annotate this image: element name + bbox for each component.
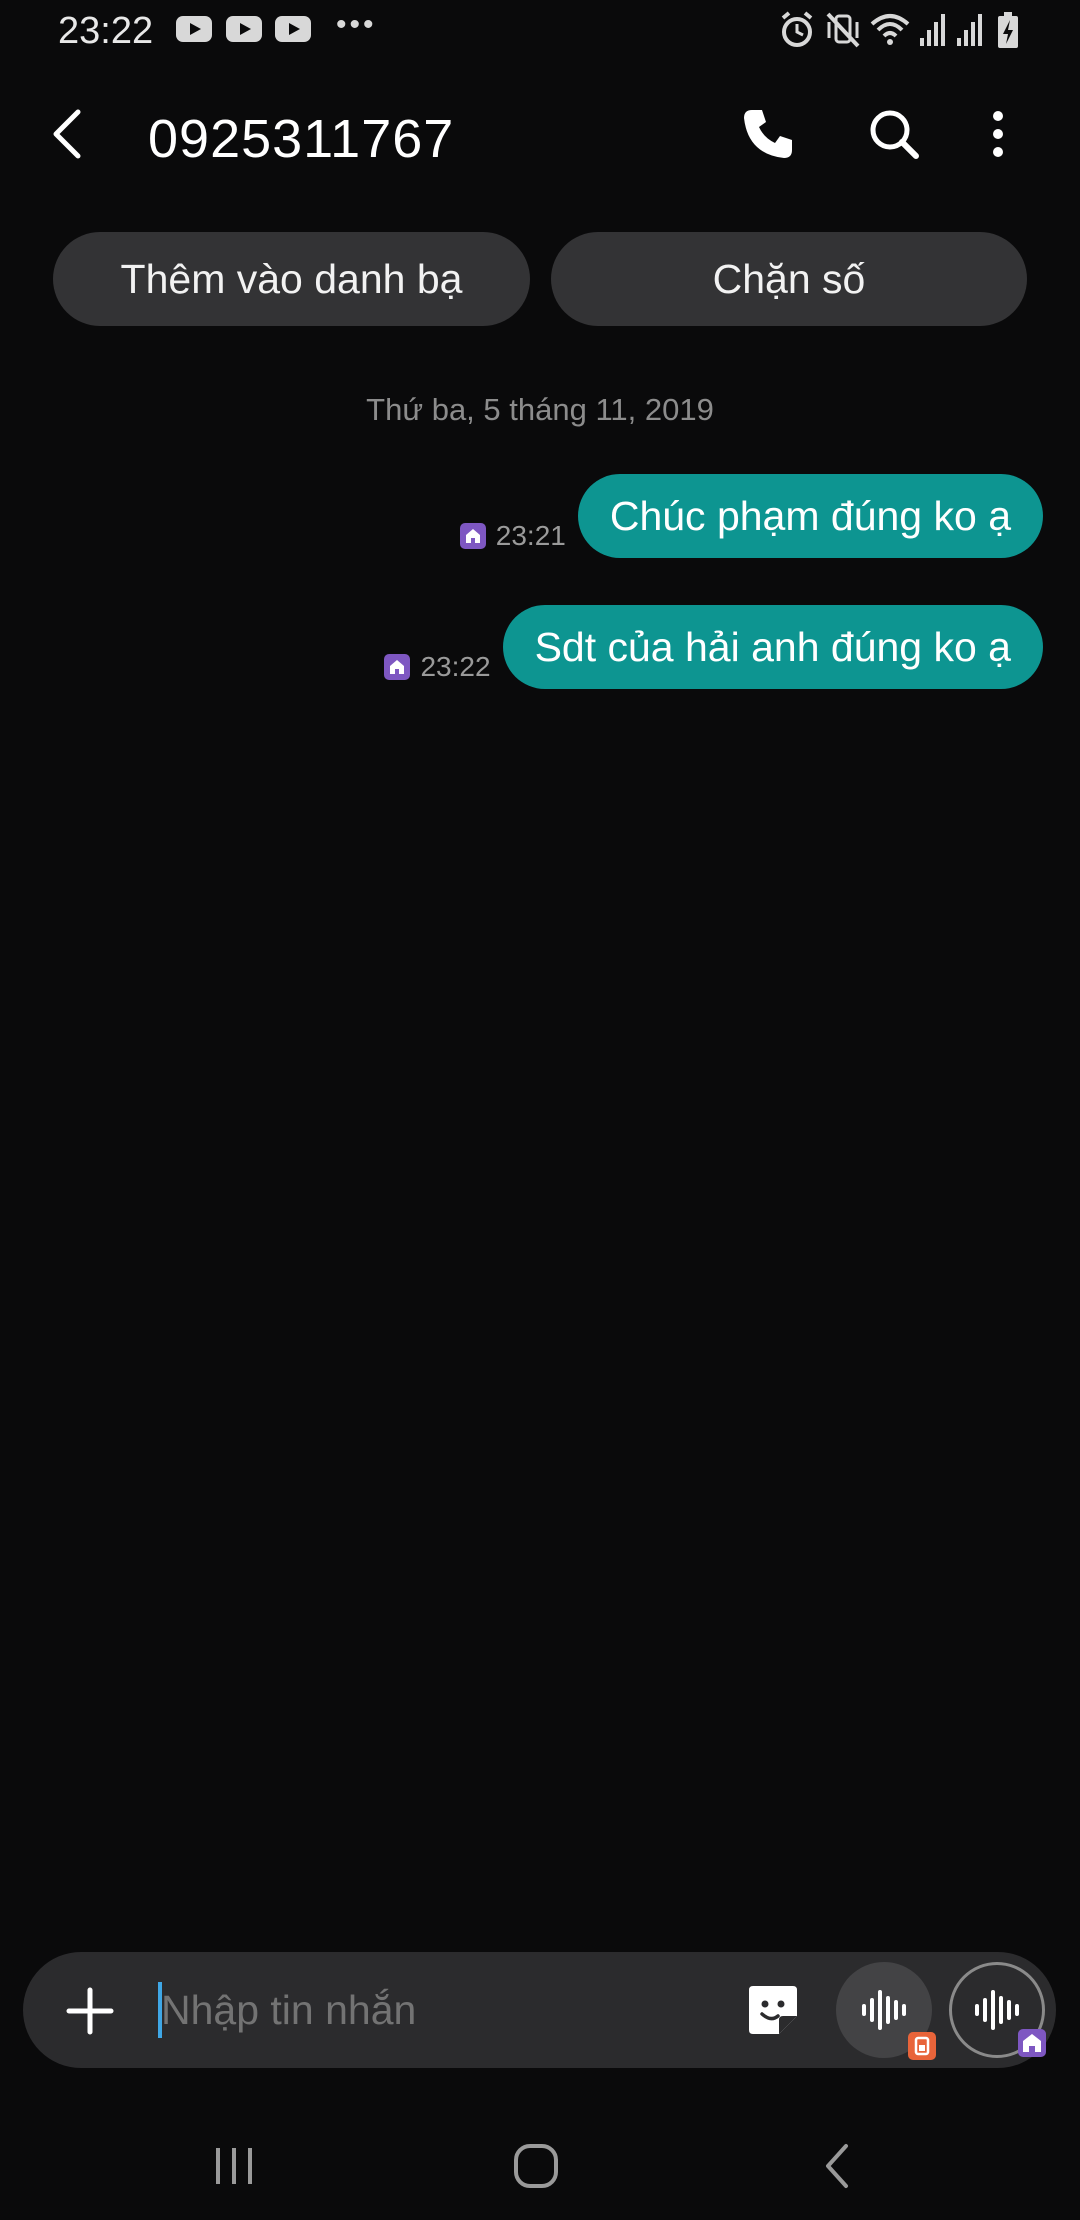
alarm-icon (781, 11, 813, 47)
search-icon (870, 110, 919, 159)
add-to-contacts-button[interactable]: Thêm vào danh bạ (53, 232, 530, 326)
attach-button[interactable] (63, 1984, 117, 2038)
home-icon (514, 2144, 558, 2188)
battery-charging-icon (998, 12, 1018, 48)
signal-icon (957, 14, 982, 46)
recent-apps-button[interactable] (204, 2136, 264, 2196)
message-bubble[interactable]: Sdt của hải anh đúng ko ạ (502, 605, 1043, 689)
message-time: 23:22 (420, 651, 491, 682)
message-row: 23:21 Chúc phạm đúng ko ạ (459, 474, 1043, 558)
sim-home-icon (459, 523, 486, 549)
nav-back-button[interactable] (808, 2136, 868, 2196)
navigation-bar (0, 2110, 1080, 2220)
message-input[interactable] (161, 1980, 721, 2040)
wifi-icon (870, 14, 910, 45)
sticker-icon (749, 1986, 797, 2034)
messages-screen: 23:22 ••• 0925311767 Thêm vào danh bạ Ch… (0, 0, 1080, 2220)
youtube-icon (176, 16, 212, 42)
voice-record-button-sim1[interactable] (836, 1962, 936, 2060)
status-bar: 23:22 ••• (0, 0, 1080, 64)
signal-icon (920, 14, 945, 46)
search-button[interactable] (866, 106, 922, 162)
recent-apps-icon (216, 2148, 252, 2184)
home-button[interactable] (506, 2136, 566, 2196)
sim-badge-icon (908, 2032, 936, 2060)
phone-icon (744, 110, 792, 158)
conversation-title: 0925311767 (148, 109, 455, 169)
sim-home-icon (1018, 2029, 1046, 2057)
vibrate-mute-icon (826, 12, 860, 48)
voice-record-icon (862, 1990, 906, 2030)
block-number-button[interactable]: Chặn số (551, 232, 1027, 326)
plus-icon (66, 1987, 114, 2035)
composer-bar (23, 1952, 1056, 2068)
app-bar: 0925311767 (0, 84, 1080, 194)
sim-home-icon (384, 654, 411, 680)
back-icon (826, 2144, 848, 2188)
message-bubble[interactable]: Chúc phạm đúng ko ạ (577, 474, 1043, 558)
call-button[interactable] (740, 106, 796, 162)
more-dots-icon: ••• (336, 8, 377, 41)
voice-record-icon (975, 1990, 1019, 2030)
sticker-button[interactable] (745, 1982, 801, 2038)
youtube-icon (275, 16, 311, 42)
message-time: 23:21 (495, 520, 566, 551)
chevron-left-icon (53, 109, 81, 159)
date-separator: Thứ ba, 5 tháng 11, 2019 (366, 392, 714, 427)
status-time: 23:22 (58, 10, 154, 52)
youtube-icon (226, 16, 262, 42)
message-meta: 23:21 (459, 520, 566, 552)
back-button[interactable] (40, 104, 100, 164)
message-meta: 23:22 (384, 651, 491, 683)
message-row: 23:22 Sdt của hải anh đúng ko ạ (384, 605, 1043, 689)
more-options-button[interactable] (978, 106, 1018, 162)
voice-record-button-sim2[interactable] (949, 1962, 1046, 2058)
more-vertical-icon (993, 111, 1003, 157)
